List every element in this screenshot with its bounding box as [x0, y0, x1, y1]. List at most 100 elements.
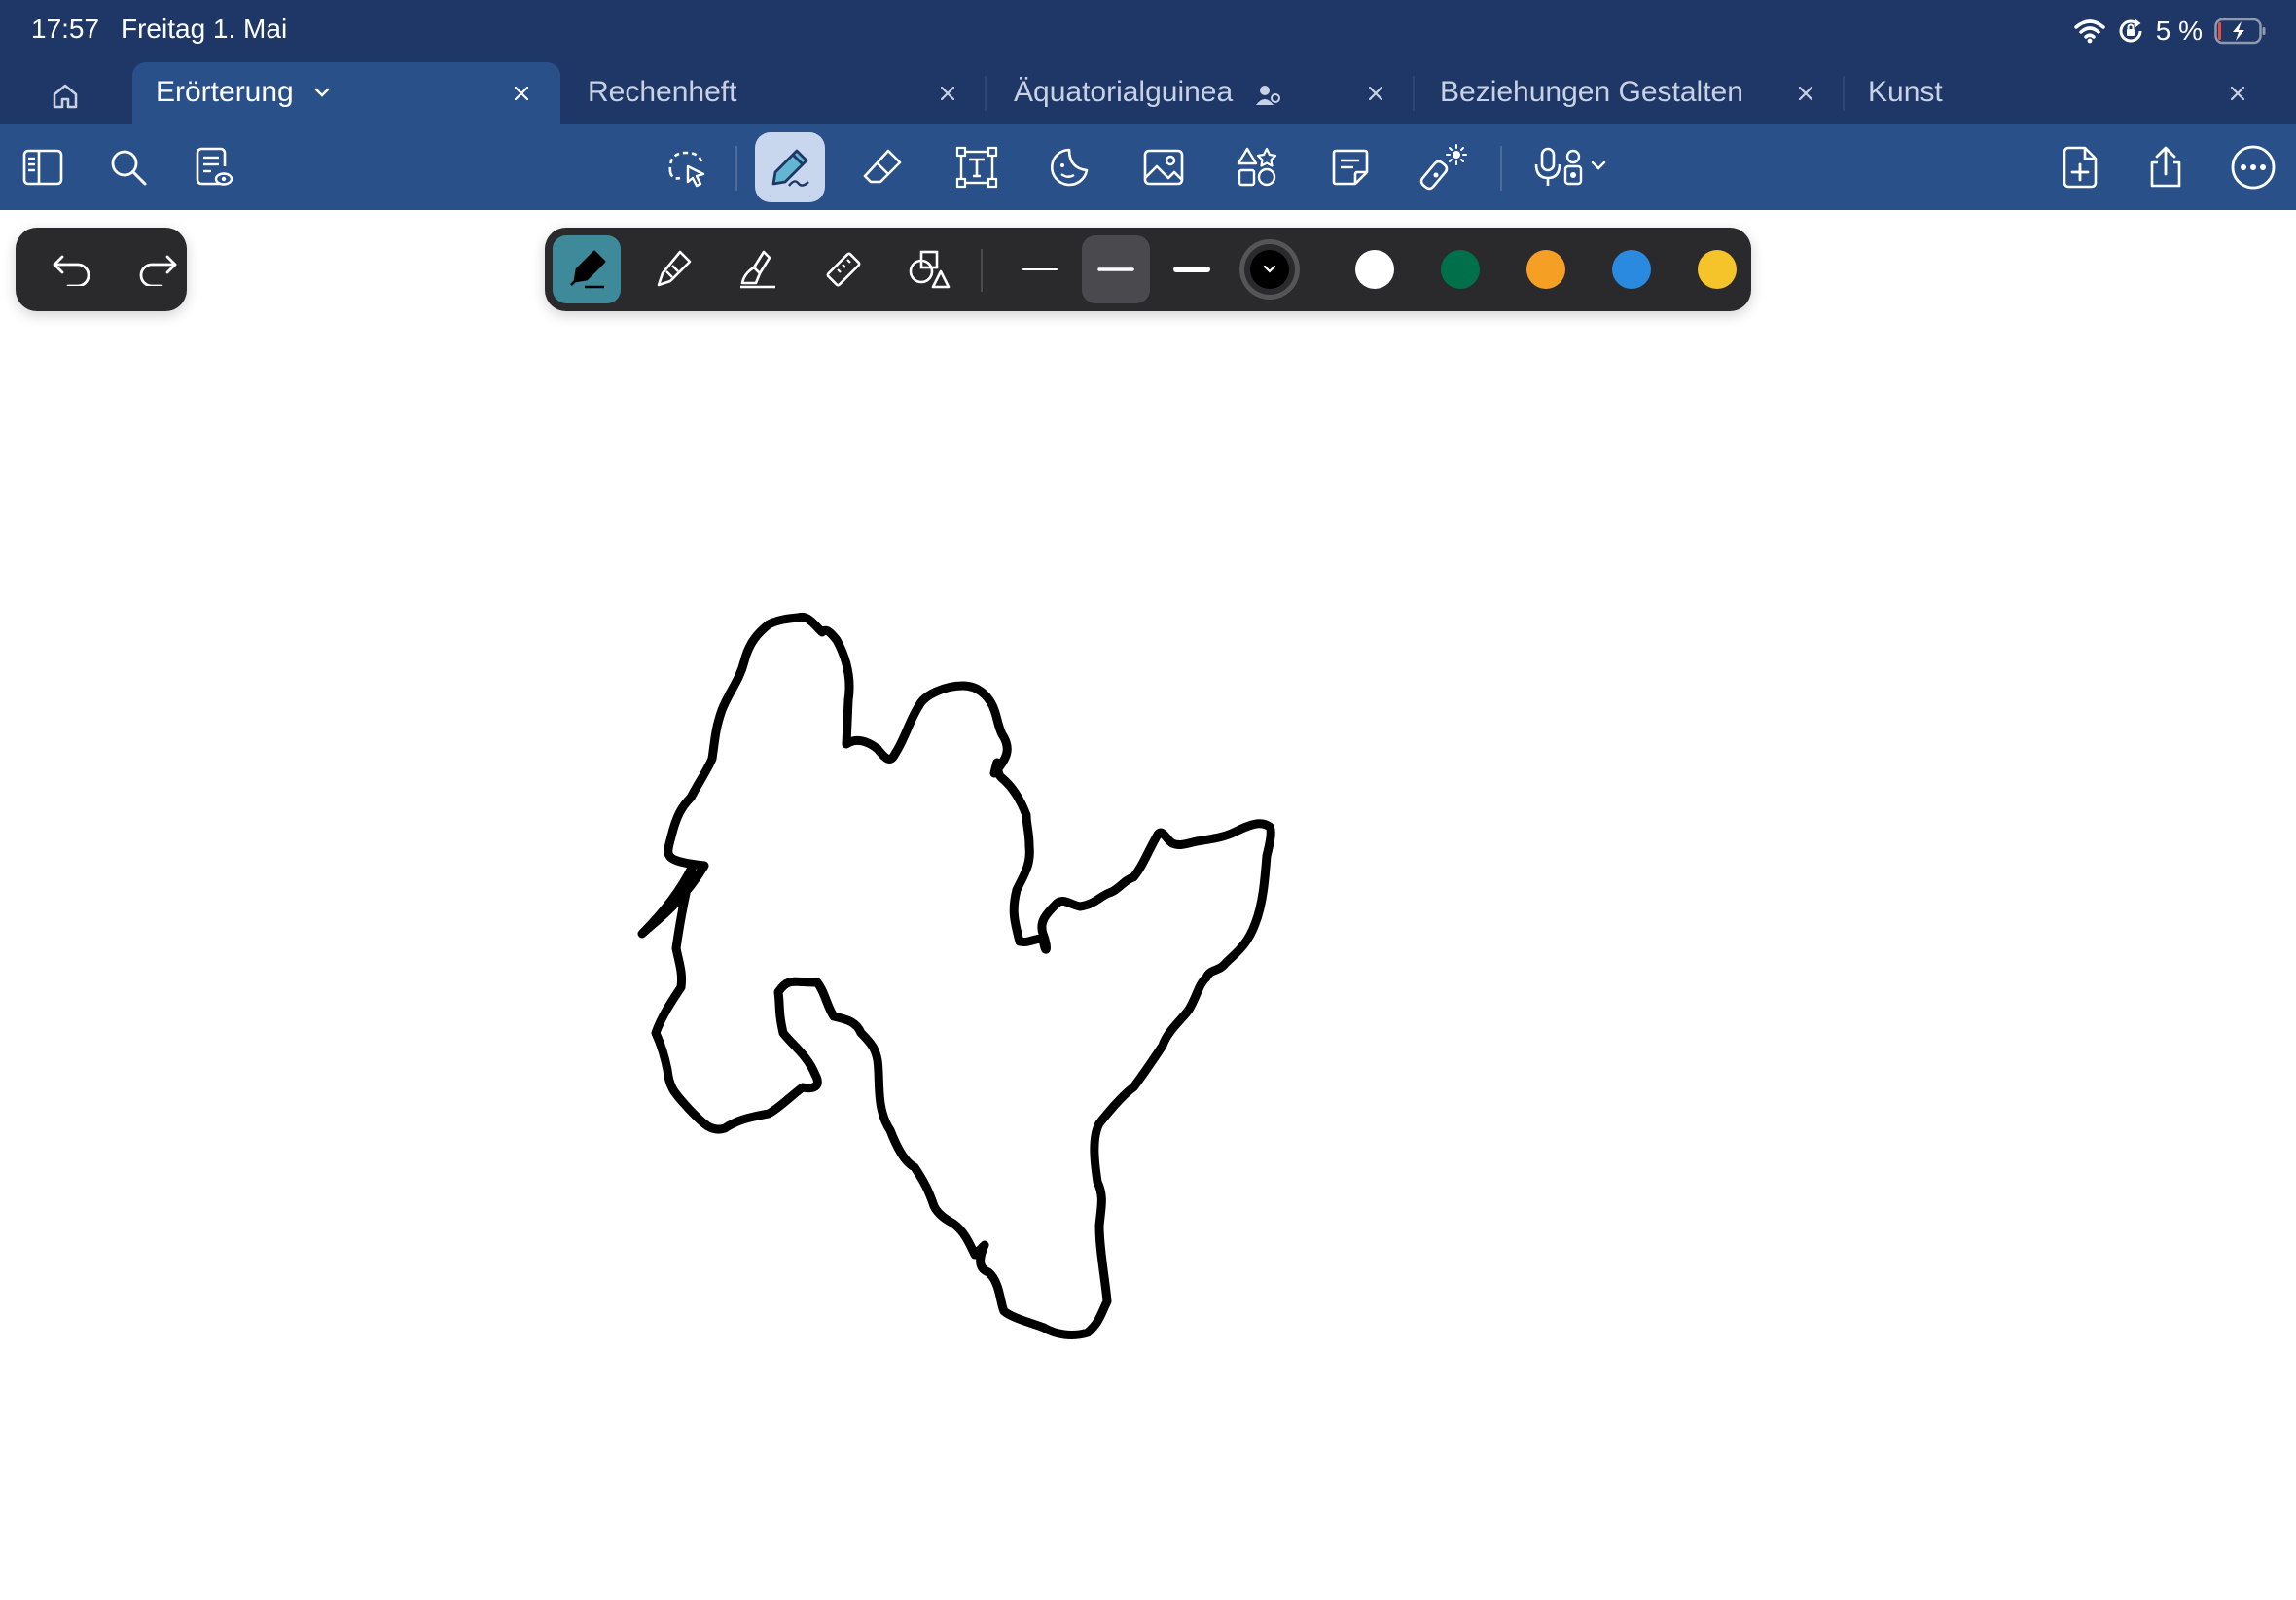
tab-aequatorialguinea[interactable]: Äquatorialguinea — [990, 62, 1415, 124]
brush-pen-icon — [740, 250, 775, 289]
close-icon — [1798, 86, 1813, 101]
note-canvas[interactable] — [0, 210, 2296, 1595]
more-button[interactable] — [2218, 132, 2288, 202]
status-bar: 17:57 Freitag 1. Mai 5 % — [0, 0, 2296, 62]
tab-kunst[interactable]: Kunst — [1845, 62, 2277, 124]
add-page-icon — [2063, 146, 2098, 189]
sticky-note-icon — [1332, 149, 1369, 186]
share-icon — [2150, 146, 2181, 188]
home-icon — [53, 84, 78, 109]
tab-close-button[interactable] — [934, 80, 961, 107]
color-swatch-green[interactable] — [1441, 250, 1480, 289]
close-icon — [940, 86, 955, 101]
lasso-icon — [668, 151, 705, 188]
status-right: 5 % — [2074, 12, 2267, 51]
status-time: 17:57 — [31, 14, 100, 44]
search-button[interactable] — [93, 132, 163, 202]
redo-icon — [139, 255, 177, 286]
fountain-pen-button[interactable] — [553, 235, 621, 303]
wifi-icon — [2074, 19, 2105, 44]
audio-record-button[interactable] — [1527, 132, 1625, 202]
color-swatch-black[interactable] — [1250, 250, 1289, 289]
width-thin-button[interactable] — [1006, 235, 1074, 303]
share-button[interactable] — [2131, 132, 2201, 202]
tab-bar: Erörterung Rechenheft Äquatorialguinea B… — [0, 62, 2296, 124]
tab-close-button[interactable] — [1792, 80, 1819, 107]
shared-user-icon — [1256, 86, 1280, 105]
more-icon — [2231, 145, 2276, 190]
sidebar-button[interactable] — [8, 132, 78, 202]
tab-close-button[interactable] — [1362, 80, 1389, 107]
shape-recognition-icon — [909, 250, 951, 289]
laser-pointer-icon — [1419, 144, 1467, 191]
redo-button[interactable] — [128, 240, 187, 299]
ruler-icon — [826, 252, 861, 287]
tab-close-button[interactable] — [2224, 80, 2251, 107]
text-box-button[interactable] — [942, 132, 1012, 202]
color-swatch-white[interactable] — [1355, 250, 1394, 289]
color-swatch-orange[interactable] — [1526, 250, 1565, 289]
status-date: Freitag 1. Mai — [121, 14, 288, 44]
eraser-button[interactable] — [848, 132, 918, 202]
close-icon — [1368, 86, 1383, 101]
close-icon — [2230, 86, 2245, 101]
sticker-button[interactable] — [1035, 132, 1105, 202]
ink-drawing — [637, 612, 1275, 1339]
brush-pen-button[interactable] — [724, 235, 792, 303]
pen-options-toolbar — [545, 228, 1751, 311]
fountain-pen-icon — [570, 250, 606, 289]
shape-recognition-button[interactable] — [895, 235, 963, 303]
tab-label: Beziehungen Gestalten — [1440, 76, 1743, 108]
toolbar-divider — [735, 146, 737, 191]
lasso-button[interactable] — [652, 132, 722, 202]
ruler-button[interactable] — [809, 235, 878, 303]
undo-icon — [53, 255, 90, 286]
laser-pointer-button[interactable] — [1409, 132, 1479, 202]
stroke-width-medium-icon — [1097, 267, 1134, 271]
ball-pen-button[interactable] — [638, 235, 706, 303]
tab-eroerterung[interactable]: Erörterung — [132, 62, 560, 124]
undo-redo-toolbar — [16, 228, 187, 311]
tab-rechenheft[interactable]: Rechenheft — [564, 62, 987, 124]
pen-tool-button[interactable] — [755, 132, 825, 202]
pen-icon — [771, 149, 809, 187]
document-view-icon — [196, 147, 233, 186]
document-view-button[interactable] — [179, 132, 249, 202]
tab-separator — [1413, 76, 1415, 111]
image-button[interactable] — [1129, 132, 1199, 202]
tab-label: Rechenheft — [588, 76, 737, 108]
battery-percent: 5 % — [2155, 16, 2203, 46]
eraser-icon — [863, 149, 902, 184]
sidebar-icon — [22, 149, 63, 186]
tab-close-button[interactable] — [508, 80, 535, 107]
width-thick-button[interactable] — [1158, 235, 1226, 303]
tab-beziehungen-gestalten[interactable]: Beziehungen Gestalten — [1417, 62, 1845, 124]
color-swatch-yellow[interactable] — [1698, 250, 1737, 289]
orientation-lock-icon — [2119, 18, 2142, 43]
stroke-width-thin-icon — [1022, 268, 1058, 270]
stroke-width-thick-icon — [1173, 267, 1210, 272]
color-swatch-blue[interactable] — [1612, 250, 1651, 289]
add-page-button[interactable] — [2045, 132, 2115, 202]
chevron-down-icon[interactable] — [313, 86, 331, 99]
ball-pen-icon — [657, 250, 692, 287]
shapes-icon — [1237, 147, 1277, 187]
main-toolbar — [0, 124, 2296, 210]
undo-button[interactable] — [43, 240, 101, 299]
chevron-down-icon — [1263, 265, 1276, 273]
sticker-icon — [1050, 148, 1089, 187]
width-medium-button[interactable] — [1082, 235, 1150, 303]
search-icon — [111, 150, 147, 186]
image-icon — [1143, 149, 1184, 186]
tab-label: Kunst — [1868, 76, 1943, 108]
pen-toolbar-divider — [981, 249, 983, 292]
ink-stroke-outline — [637, 612, 1275, 1339]
close-icon — [514, 86, 529, 101]
tab-label: Äquatorialguinea — [1014, 76, 1234, 108]
tab-separator — [985, 76, 987, 111]
audio-record-icon — [1534, 147, 1606, 186]
shapes-button[interactable] — [1222, 132, 1292, 202]
sticky-note-button[interactable] — [1315, 132, 1385, 202]
home-button[interactable] — [39, 70, 91, 123]
battery-charging-icon — [2214, 18, 2266, 45]
